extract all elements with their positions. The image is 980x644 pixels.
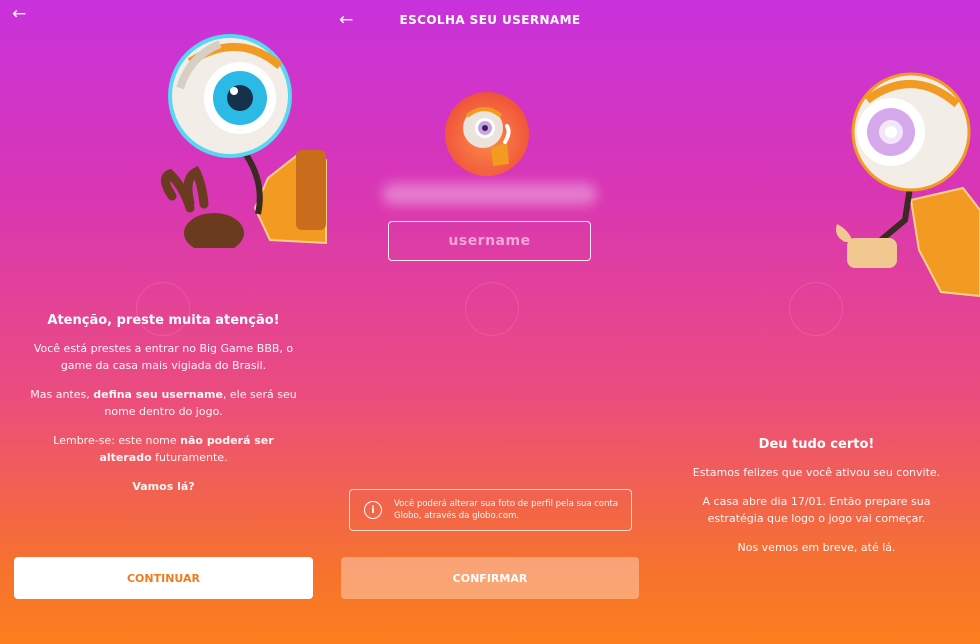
mascot-eye-robot: [836, 72, 980, 298]
success-text: Deu tudo certo! Estamos felizes que você…: [688, 437, 945, 568]
continuar-button[interactable]: CONTINUAR: [14, 557, 313, 599]
intro-paragraph-2: Mas antes, defina seu username, ele será…: [30, 388, 297, 418]
decorative-circle: [465, 282, 519, 336]
username-input[interactable]: [388, 221, 591, 261]
info-icon: i: [364, 501, 382, 519]
intro-paragraph-3: Lembre-se: este nome não poderá ser alte…: [53, 434, 274, 464]
mascot-eye-robot: [161, 34, 327, 248]
info-text: Você poderá alterar sua foto de perfil p…: [394, 499, 619, 521]
decorative-circle: [789, 282, 843, 336]
panel-success: Deu tudo certo! Estamos felizes que você…: [653, 0, 980, 644]
page-title: ESCOLHA SEU USERNAME: [399, 13, 581, 27]
success-paragraph-3: Nos vemos em breve, até lá.: [737, 541, 896, 554]
panel-username: ← ESCOLHA SEU USERNAME i Você poderá alt…: [327, 0, 653, 644]
info-notice: i Você poderá alterar sua foto de perfil…: [349, 489, 632, 531]
intro-closing: Vamos lá?: [132, 480, 195, 493]
success-paragraph-2: A casa abre dia 17/01. Então prepare sua…: [702, 495, 931, 525]
intro-paragraph-1: Você está prestes a entrar no Big Game B…: [33, 342, 294, 372]
profile-name-blurred: [382, 183, 597, 205]
success-paragraph-1: Estamos felizes que você ativou seu conv…: [692, 466, 941, 479]
intro-text: Atenção, preste muita atenção! Você está…: [30, 313, 297, 507]
confirmar-button[interactable]: CONFIRMAR: [341, 557, 639, 599]
panel-intro: ← Atenção, preste muita atenção! Você es…: [0, 0, 327, 644]
avatar: [445, 92, 529, 176]
back-button[interactable]: ←: [12, 6, 26, 23]
intro-heading: Atenção, preste muita atenção!: [47, 313, 280, 328]
success-heading: Deu tudo certo!: [758, 437, 875, 452]
mascot-eye-robot: [463, 107, 511, 166]
